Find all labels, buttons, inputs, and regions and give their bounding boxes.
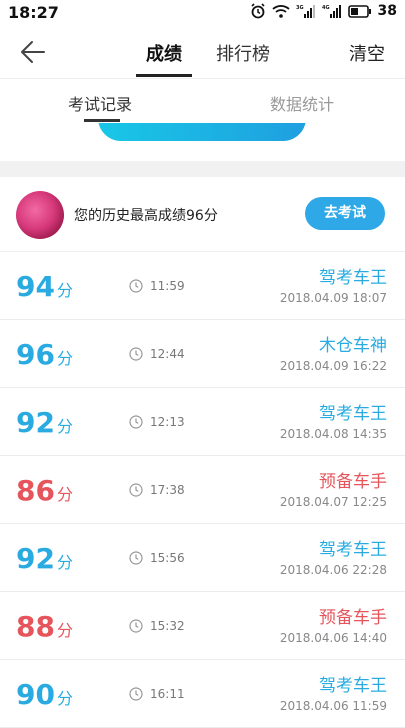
subtabs: 考试记录 数据统计 — [0, 79, 405, 123]
status-bar: 18:27 3G 4G 38 — [0, 0, 405, 26]
subtab-exam-records[interactable]: 考试记录 — [68, 91, 132, 115]
svg-text:4G: 4G — [322, 5, 330, 11]
best-score-text: 您的历史最高成绩96分 — [74, 208, 218, 224]
banner-button[interactable] — [98, 123, 306, 141]
record-score-value: 88 — [16, 610, 55, 643]
signal-4g-icon: 4G — [322, 5, 341, 18]
clear-button[interactable]: 清空 — [349, 40, 385, 66]
record-date: 2018.04.06 11:59 — [279, 699, 387, 713]
exam-record-row[interactable]: 90 分 16:11 驾考车王 2018.04.06 11:59 — [0, 660, 405, 728]
battery-icon — [347, 4, 371, 18]
section-divider — [0, 161, 405, 177]
record-title: 木仓车神 — [319, 336, 387, 356]
clock-icon — [129, 483, 143, 497]
alarm-icon — [250, 3, 265, 19]
record-duration: 17:38 — [150, 483, 185, 497]
signal-3g-icon: 3G — [296, 5, 315, 18]
clock-icon — [129, 619, 143, 633]
record-score-value: 92 — [16, 406, 55, 439]
record-title: 预备车手 — [319, 608, 387, 628]
record-score: 88 分 — [16, 610, 73, 643]
svg-text:3G: 3G — [296, 5, 304, 11]
exam-record-row[interactable]: 94 分 11:59 驾考车王 2018.04.09 18:07 — [0, 252, 405, 320]
record-score: 86 分 — [16, 474, 73, 507]
record-score-value: 90 — [16, 678, 55, 711]
record-score: 92 分 — [16, 542, 73, 575]
record-duration: 15:56 — [150, 551, 185, 565]
exam-record-row[interactable]: 92 分 12:13 驾考车王 2018.04.08 14:35 — [0, 388, 405, 456]
subtab-active-indicator — [84, 119, 120, 122]
record-date: 2018.04.06 14:40 — [279, 631, 387, 645]
banner-strip — [0, 123, 405, 161]
clock-icon — [129, 347, 143, 361]
record-score-value: 86 — [16, 474, 55, 507]
record-date: 2018.04.06 22:28 — [279, 563, 387, 577]
tab-scores[interactable]: 成绩 — [146, 40, 182, 66]
record-score-value: 96 — [16, 338, 55, 371]
avatar[interactable] — [16, 191, 64, 239]
record-score-unit: 分 — [56, 349, 73, 368]
record-score-unit: 分 — [56, 553, 73, 572]
record-score-unit: 分 — [56, 621, 73, 640]
status-time: 18:27 — [8, 3, 59, 22]
record-duration: 11:59 — [150, 279, 185, 293]
clock-icon — [129, 687, 143, 701]
record-title: 驾考车王 — [319, 268, 387, 288]
record-title: 预备车手 — [319, 472, 387, 492]
record-title: 驾考车王 — [319, 676, 387, 696]
record-duration: 16:11 — [150, 687, 185, 701]
exam-record-row[interactable]: 86 分 17:38 预备车手 2018.04.07 12:25 — [0, 456, 405, 524]
record-score: 94 分 — [16, 270, 73, 303]
record-score-unit: 分 — [56, 689, 73, 708]
record-score-value: 94 — [16, 270, 55, 303]
record-score: 90 分 — [16, 678, 73, 711]
record-score-unit: 分 — [56, 417, 73, 436]
status-icons: 3G 4G 38 — [250, 3, 397, 19]
record-date: 2018.04.08 14:35 — [279, 427, 387, 441]
best-score-card: 您的历史最高成绩96分 去考试 — [0, 177, 405, 252]
clock-icon — [129, 551, 143, 565]
record-score-unit: 分 — [56, 281, 73, 300]
exam-record-list: 94 分 11:59 驾考车王 2018.04.09 18:07 96 分 12:44 木仓车神… — [0, 252, 405, 728]
record-date: 2018.04.09 18:07 — [279, 291, 387, 305]
record-score: 96 分 — [16, 338, 73, 371]
record-title: 驾考车王 — [319, 540, 387, 560]
tab-ranking[interactable]: 排行榜 — [216, 40, 270, 66]
record-score-value: 92 — [16, 542, 55, 575]
record-duration: 15:32 — [150, 619, 185, 633]
exam-record-row[interactable]: 96 分 12:44 木仓车神 2018.04.09 16:22 — [0, 320, 405, 388]
record-score-unit: 分 — [56, 485, 73, 504]
wifi-icon — [271, 5, 290, 18]
clock-icon — [129, 279, 143, 293]
record-duration: 12:44 — [150, 347, 185, 361]
battery-level: 38 — [377, 3, 397, 19]
record-date: 2018.04.09 16:22 — [279, 359, 387, 373]
exam-record-row[interactable]: 88 分 15:32 预备车手 2018.04.06 14:40 — [0, 592, 405, 660]
back-arrow-icon[interactable] — [18, 38, 48, 66]
record-duration: 12:13 — [150, 415, 185, 429]
subtab-statistics[interactable]: 数据统计 — [270, 91, 334, 115]
clock-icon — [129, 415, 143, 429]
tab-active-indicator — [136, 74, 192, 77]
take-exam-button[interactable]: 去考试 — [305, 197, 385, 230]
record-score: 92 分 — [16, 406, 73, 439]
header: 成绩 排行榜 清空 — [0, 26, 405, 79]
record-date: 2018.04.07 12:25 — [279, 495, 387, 509]
exam-record-row[interactable]: 92 分 15:56 驾考车王 2018.04.06 22:28 — [0, 524, 405, 592]
record-title: 驾考车王 — [319, 404, 387, 424]
